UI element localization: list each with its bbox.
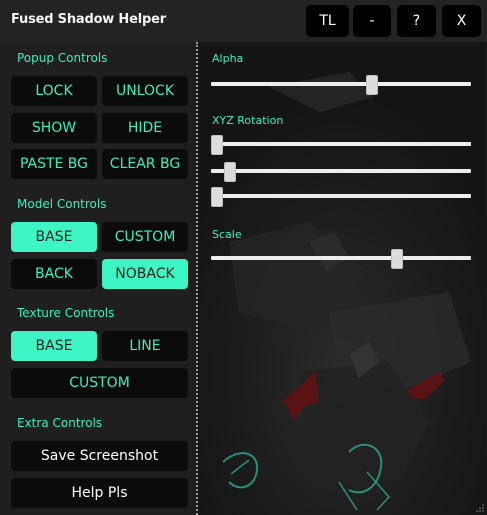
lock-button[interactable]: LOCK (11, 76, 97, 106)
resize-grip-icon[interactable] (475, 503, 485, 513)
texture-controls-heading: Texture Controls (17, 306, 115, 320)
model-controls-heading: Model Controls (17, 197, 107, 211)
texture-base-button[interactable]: BASE (11, 331, 97, 361)
app-window: Fused Shadow Helper TL - ? X Popup Contr… (0, 0, 487, 515)
scale-slider-thumb[interactable] (391, 249, 403, 269)
popup-controls-heading: Popup Controls (17, 51, 108, 65)
unlock-button[interactable]: UNLOCK (102, 76, 188, 106)
texture-custom-button[interactable]: CUSTOM (11, 368, 188, 398)
help-pls-button[interactable]: Help Pls (11, 478, 188, 508)
clear-bg-button[interactable]: CLEAR BG (102, 149, 188, 179)
model-back-button[interactable]: BACK (11, 259, 97, 289)
paste-bg-button[interactable]: PASTE BG (11, 149, 97, 179)
minimize-button[interactable]: - (353, 5, 391, 37)
controls-panel: Popup Controls LOCK UNLOCK SHOW HIDE PAS… (0, 42, 196, 515)
rotation-x-slider-thumb[interactable] (211, 135, 223, 155)
rotation-z-slider-thumb[interactable] (211, 187, 223, 207)
preview-panel: Alpha XYZ Rotation Scale (199, 42, 485, 515)
rotation-y-slider-thumb[interactable] (223, 162, 236, 182)
rotation-z-slider-track[interactable] (211, 194, 471, 198)
texture-line-button[interactable]: LINE (102, 331, 188, 361)
show-button[interactable]: SHOW (11, 113, 97, 143)
panel-divider (196, 42, 198, 515)
rotation-x-slider-track[interactable] (211, 142, 471, 146)
xyz-rotation-label: XYZ Rotation (212, 114, 284, 127)
model-custom-button[interactable]: CUSTOM (102, 222, 188, 252)
alpha-slider-thumb[interactable] (366, 75, 378, 95)
scale-slider-track[interactable] (211, 256, 471, 260)
alpha-label: Alpha (212, 52, 244, 65)
alpha-slider-track[interactable] (211, 82, 471, 86)
hide-button[interactable]: HIDE (102, 113, 188, 143)
help-button[interactable]: ? (397, 5, 436, 37)
rotation-y-slider-track[interactable] (211, 169, 471, 173)
save-screenshot-button[interactable]: Save Screenshot (11, 441, 188, 471)
window-title: Fused Shadow Helper (11, 12, 166, 27)
close-button[interactable]: X (442, 5, 481, 37)
scale-label: Scale (212, 228, 242, 241)
model-noback-button[interactable]: NOBACK (102, 259, 188, 289)
model-preview (199, 42, 485, 515)
tl-button[interactable]: TL (306, 5, 349, 37)
extra-controls-heading: Extra Controls (17, 416, 103, 430)
model-base-button[interactable]: BASE (11, 222, 97, 252)
title-bar[interactable]: Fused Shadow Helper TL - ? X (0, 0, 487, 42)
